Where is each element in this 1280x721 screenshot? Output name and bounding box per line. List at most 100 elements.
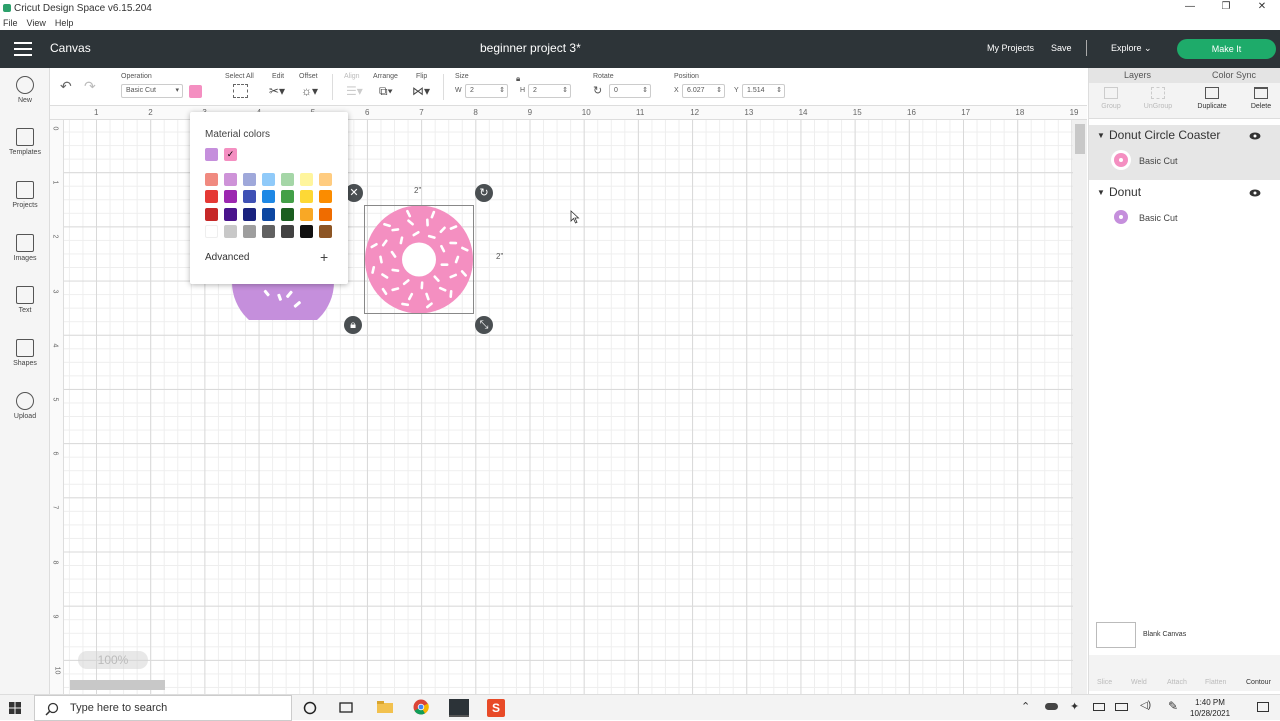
palette-color-swatch[interactable]	[319, 190, 332, 204]
cortana-icon[interactable]	[302, 699, 320, 717]
onedrive-cloud-icon[interactable]	[1045, 703, 1058, 710]
eye-icon[interactable]	[1249, 132, 1261, 140]
sidebar-item-templates[interactable]: Templates	[0, 128, 50, 156]
palette-color-swatch[interactable]	[300, 224, 313, 238]
rotate-icon[interactable]: ↻	[593, 84, 602, 97]
volume-icon[interactable]: ◁)	[1140, 700, 1151, 711]
menu-file[interactable]: File	[3, 18, 18, 28]
palette-color-swatch[interactable]	[224, 207, 237, 221]
palette-color-swatch[interactable]	[281, 224, 294, 238]
pen-icon[interactable]: ✎	[1168, 699, 1178, 713]
palette-color-swatch[interactable]	[300, 190, 313, 204]
tab-color-sync[interactable]: Color Sync	[1212, 70, 1256, 80]
system-clock[interactable]: 1:40 PM 10/28/2021	[1190, 697, 1230, 719]
dropbox-icon[interactable]: ✦	[1070, 700, 1079, 713]
windows-start-icon[interactable]	[9, 702, 21, 714]
zoom-control[interactable]: 100%	[78, 651, 148, 669]
duplicate-button[interactable]: Duplicate	[1190, 87, 1234, 110]
palette-color-swatch[interactable]	[224, 224, 237, 238]
x-position-input[interactable]: 6.027 ⇕	[682, 84, 725, 98]
notifications-icon[interactable]	[1257, 702, 1269, 712]
minimize-button[interactable]: —	[1172, 0, 1208, 14]
palette-color-swatch[interactable]	[281, 190, 294, 204]
keyboard-icon[interactable]	[1115, 703, 1128, 711]
eye-icon[interactable]	[1249, 189, 1261, 197]
palette-color-swatch[interactable]	[300, 207, 313, 221]
palette-color-swatch[interactable]	[205, 173, 218, 186]
cricut-app-icon[interactable]	[449, 699, 469, 717]
redo-icon[interactable]: ↷	[84, 78, 96, 95]
undo-icon[interactable]: ↶	[60, 78, 72, 95]
advanced-colors-link[interactable]: Advanced	[205, 252, 249, 263]
operation-select[interactable]: Basic Cut ▾	[121, 84, 183, 98]
selected-color-swatch[interactable]: ✓	[224, 148, 237, 161]
caret-down-icon[interactable]: ▼	[1097, 188, 1105, 197]
group-button[interactable]: Group	[1089, 87, 1133, 110]
horizontal-scrollbar[interactable]	[64, 680, 1073, 692]
delete-button[interactable]: Delete	[1239, 87, 1280, 110]
recent-color-swatch[interactable]	[205, 148, 218, 161]
taskbar-search-box[interactable]: Type here to search	[34, 695, 292, 721]
palette-color-swatch[interactable]	[224, 190, 237, 204]
screencast-app-icon[interactable]: S	[487, 699, 505, 717]
file-explorer-icon[interactable]	[376, 699, 394, 717]
palette-color-swatch[interactable]	[243, 173, 256, 186]
height-input[interactable]: 2 ⇕	[528, 84, 571, 98]
palette-color-swatch[interactable]	[319, 224, 332, 238]
menu-view[interactable]: View	[27, 18, 46, 28]
width-input[interactable]: 2 ⇕	[465, 84, 508, 98]
plus-icon[interactable]: +	[320, 249, 328, 265]
palette-color-swatch[interactable]	[205, 207, 218, 221]
scroll-thumb[interactable]	[1075, 124, 1085, 154]
contour-button[interactable]: Contour	[1246, 679, 1271, 686]
close-window-button[interactable]: ✕	[1244, 0, 1280, 14]
my-projects-link[interactable]: My Projects	[987, 43, 1034, 53]
offset-icon[interactable]: ☼▾	[301, 84, 318, 98]
palette-color-swatch[interactable]	[224, 173, 237, 186]
palette-color-swatch[interactable]	[262, 190, 275, 204]
palette-color-swatch[interactable]	[262, 173, 275, 186]
palette-color-swatch[interactable]	[262, 207, 275, 221]
menu-help[interactable]: Help	[55, 18, 74, 28]
maximize-button[interactable]: ❐	[1208, 0, 1244, 14]
hamburger-menu-icon[interactable]	[14, 42, 32, 56]
chevron-up-icon[interactable]: ⌃	[1021, 700, 1030, 713]
rotate-input[interactable]: 0 ⇕	[609, 84, 651, 98]
slice-button[interactable]: Slice	[1097, 679, 1112, 686]
palette-color-swatch[interactable]	[281, 173, 294, 186]
save-button[interactable]: Save	[1051, 43, 1072, 53]
sidebar-item-upload[interactable]: Upload	[0, 392, 50, 420]
make-it-button[interactable]: Make It	[1177, 39, 1276, 59]
sidebar-item-projects[interactable]: Projects	[0, 181, 50, 209]
caret-down-icon[interactable]: ▼	[1097, 131, 1105, 140]
attach-button[interactable]: Attach	[1167, 679, 1187, 686]
palette-color-swatch[interactable]	[205, 190, 218, 204]
flatten-button[interactable]: Flatten	[1205, 679, 1226, 686]
edit-icon[interactable]: ✂▾	[269, 84, 285, 98]
chrome-icon[interactable]	[413, 699, 431, 717]
explore-dropdown[interactable]: Explore ⌄	[1111, 43, 1152, 54]
resize-handle-icon[interactable]: ⤡	[475, 316, 493, 334]
color-swatch[interactable]	[189, 85, 202, 98]
palette-color-swatch[interactable]	[243, 190, 256, 204]
ungroup-button[interactable]: UnGroup	[1136, 87, 1180, 110]
layer-group-donut-circle-coaster[interactable]: ▼ Donut Circle Coaster Basic Cut	[1089, 125, 1280, 180]
flip-icon[interactable]: ⋈▾	[412, 84, 430, 98]
lock-icon[interactable]: 🔒︎	[516, 74, 520, 84]
tab-layers[interactable]: Layers	[1124, 70, 1151, 80]
y-position-input[interactable]: 1.514 ⇕	[742, 84, 785, 98]
palette-color-swatch[interactable]	[319, 207, 332, 221]
sidebar-item-images[interactable]: Images	[0, 234, 50, 262]
select-all-icon[interactable]	[233, 84, 248, 98]
align-icon[interactable]: ☰▾	[346, 84, 363, 98]
palette-color-swatch[interactable]	[243, 224, 256, 238]
scroll-thumb[interactable]	[70, 680, 165, 690]
palette-color-swatch[interactable]	[205, 224, 218, 238]
layer-group-donut[interactable]: ▼ Donut Basic Cut	[1089, 182, 1280, 237]
task-view-icon[interactable]	[338, 699, 356, 717]
lock-handle-icon[interactable]: 🔒︎	[344, 316, 362, 334]
palette-color-swatch[interactable]	[262, 224, 275, 238]
blank-canvas-thumbnail[interactable]	[1096, 622, 1136, 648]
rotate-handle-icon[interactable]: ↻	[475, 184, 493, 202]
network-icon[interactable]	[1093, 703, 1105, 711]
